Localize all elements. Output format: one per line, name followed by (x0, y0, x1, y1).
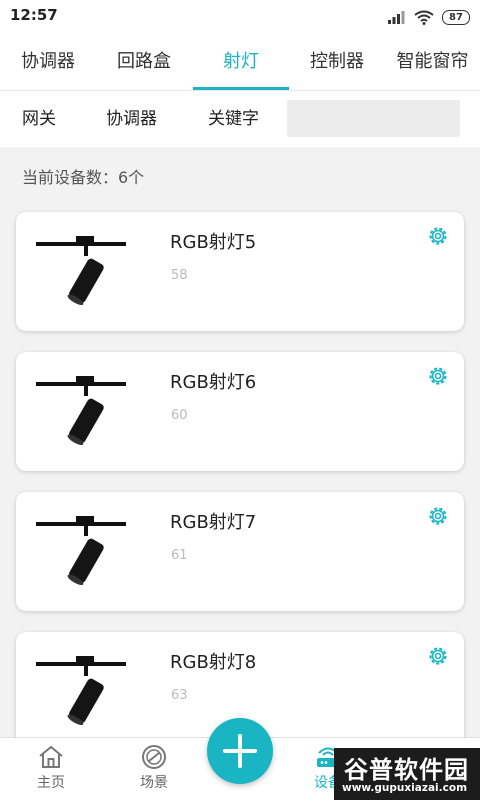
nav-label-home: 主页 (37, 775, 65, 791)
device-name: RGB射灯6 (170, 372, 257, 393)
spotlight-image (36, 236, 126, 306)
device-list: RGB射灯5 58 RGB射灯6 60 RGB射灯7 61 RGB射灯8 63 (0, 0, 480, 800)
device-id: 60 (171, 408, 188, 423)
watermark: 谷普软件园 www.gupuxiazai.com (334, 748, 480, 800)
watermark-logo: 谷普软件园 (344, 756, 469, 784)
device-card[interactable]: RGB射灯7 61 (16, 492, 464, 611)
nav-label-scene: 场景 (140, 775, 168, 791)
device-card[interactable]: RGB射灯6 60 (16, 352, 464, 471)
settings-gear-icon[interactable] (426, 364, 450, 388)
spotlight-image (36, 516, 126, 586)
home-icon (39, 745, 63, 768)
spotlight-image (36, 376, 126, 446)
device-id: 58 (171, 268, 188, 283)
watermark-url: www.gupuxiazai.com (342, 782, 468, 794)
device-id: 61 (171, 548, 188, 563)
settings-gear-icon[interactable] (426, 224, 450, 248)
device-name: RGB射灯8 (170, 652, 257, 673)
device-id: 63 (171, 688, 188, 703)
settings-gear-icon[interactable] (426, 644, 450, 668)
nav-item-scene[interactable]: 场景 (114, 738, 194, 801)
settings-gear-icon[interactable] (426, 504, 450, 528)
device-card[interactable]: RGB射灯5 58 (16, 212, 464, 331)
device-name: RGB射灯5 (170, 232, 257, 253)
add-device-button[interactable] (207, 718, 273, 784)
device-name: RGB射灯7 (170, 512, 257, 533)
nav-item-home[interactable]: 主页 (11, 738, 91, 801)
scene-icon (142, 745, 166, 769)
spotlight-image (36, 656, 126, 726)
